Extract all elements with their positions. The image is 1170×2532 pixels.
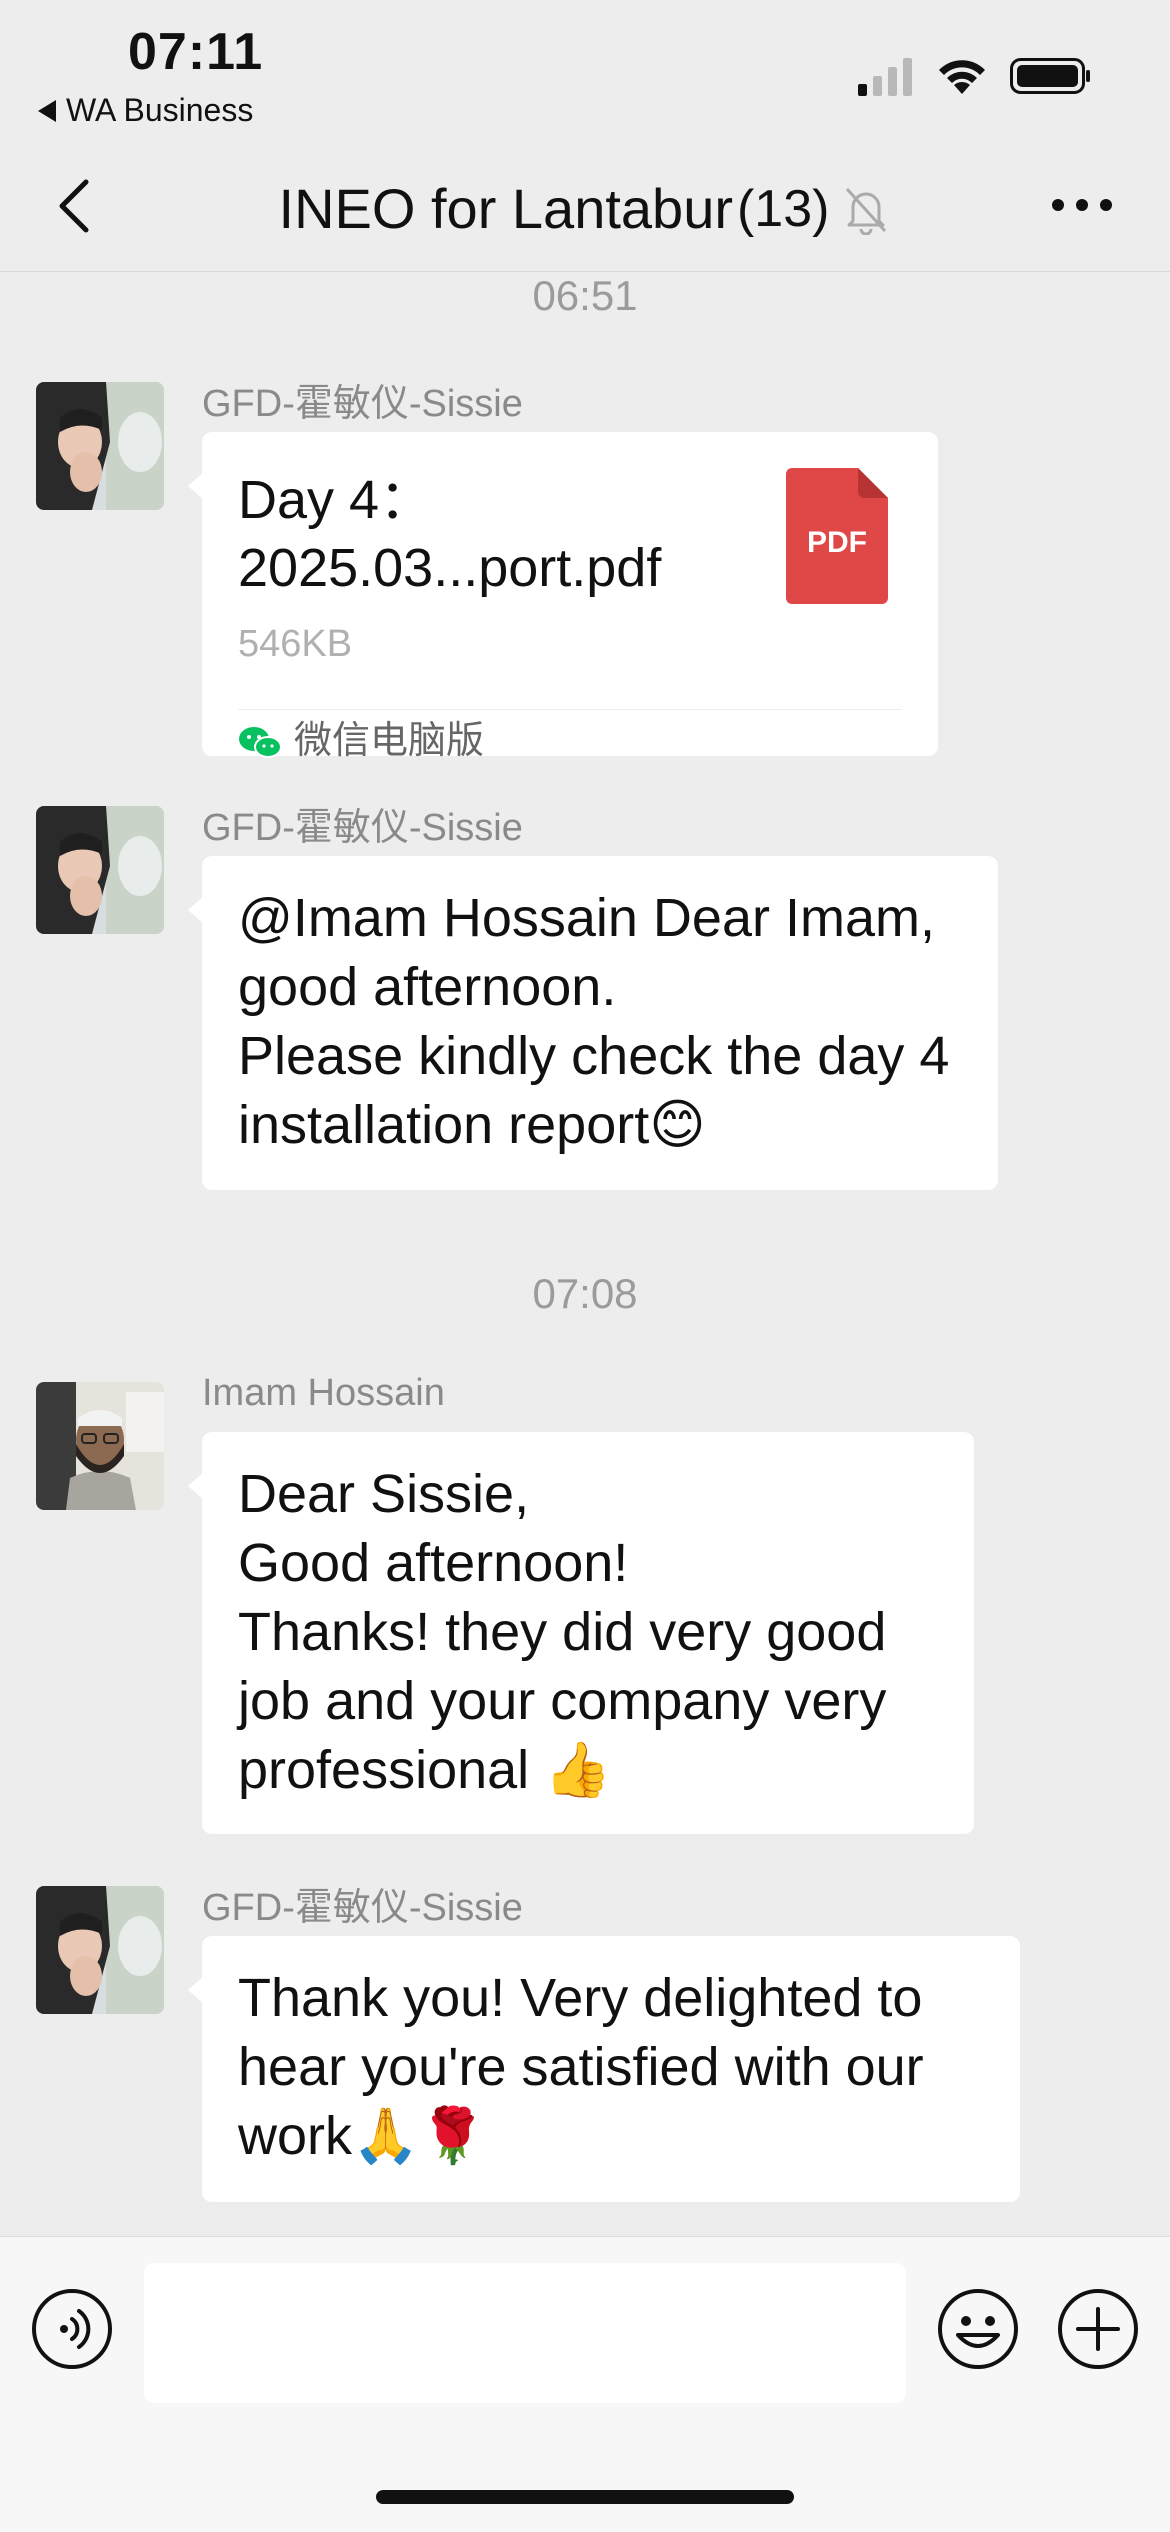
back-to-app-link[interactable]: WA Business bbox=[38, 92, 253, 129]
sender-name: GFD-霍敏仪-Sissie bbox=[202, 807, 523, 849]
avatar-photo bbox=[36, 382, 164, 510]
battery-icon bbox=[1010, 58, 1090, 94]
status-bar: 07:11 WA Business bbox=[0, 0, 1170, 140]
file-name: Day 4：2025.03...port.pdf bbox=[238, 470, 662, 598]
status-time: 07:11 bbox=[128, 23, 264, 81]
plus-icon[interactable] bbox=[1056, 2287, 1140, 2371]
pdf-icon-label: PDF bbox=[807, 526, 867, 559]
message-input[interactable] bbox=[144, 2263, 906, 2403]
file-size: 546KB bbox=[238, 623, 353, 665]
chat-input-bar bbox=[0, 2236, 1170, 2532]
back-triangle-icon bbox=[38, 99, 56, 122]
avatar[interactable] bbox=[36, 806, 164, 934]
voice-icon[interactable] bbox=[30, 2287, 114, 2371]
timestamp: 06:51 bbox=[532, 272, 638, 319]
avatar-photo bbox=[36, 1382, 164, 1510]
status-icons bbox=[858, 56, 1092, 96]
more-icon[interactable] bbox=[1050, 190, 1114, 220]
timestamp: 07:08 bbox=[532, 1270, 638, 1317]
member-count: (13) bbox=[736, 179, 830, 238]
sender-name: GFD-霍敏仪-Sissie bbox=[202, 1887, 523, 1929]
file-source: 微信电脑版 bbox=[238, 709, 902, 773]
sender-name: GFD-霍敏仪-Sissie bbox=[202, 383, 523, 425]
file-message-bubble[interactable]: Day 4：2025.03...port.pdf 546KB PDF 微信电脑版 bbox=[188, 432, 938, 762]
avatar[interactable] bbox=[36, 1382, 164, 1510]
avatar[interactable] bbox=[36, 382, 164, 510]
message-bubble[interactable]: Thank you! Very delighted to hear you're… bbox=[188, 1936, 1020, 2202]
group-name: INEO for Lantabur bbox=[278, 177, 733, 240]
wifi-icon bbox=[939, 60, 985, 94]
sender-name: Imam Hossain bbox=[202, 1372, 445, 1414]
message-bubble[interactable]: @Imam Hossain Dear Imam, good afternoon.… bbox=[188, 856, 998, 1190]
home-indicator[interactable] bbox=[376, 2490, 794, 2504]
pdf-icon: PDF bbox=[786, 468, 888, 604]
signal-icon bbox=[858, 58, 912, 96]
emoji-icon[interactable] bbox=[936, 2287, 1020, 2371]
chat-header: INEO for Lantabur (13) bbox=[0, 140, 1170, 272]
wechat-icon bbox=[239, 726, 282, 758]
avatar-photo bbox=[36, 1886, 164, 2014]
avatar[interactable] bbox=[36, 1886, 164, 2014]
file-source-label: 微信电脑版 bbox=[294, 720, 485, 762]
mute-bell-icon bbox=[846, 187, 887, 235]
chat-title: INEO for Lantabur (13) bbox=[0, 176, 1170, 241]
back-app-label: WA Business bbox=[66, 92, 254, 128]
message-bubble[interactable]: Dear Sissie, Good afternoon! Thanks! the… bbox=[188, 1432, 974, 1834]
avatar-photo bbox=[36, 806, 164, 934]
